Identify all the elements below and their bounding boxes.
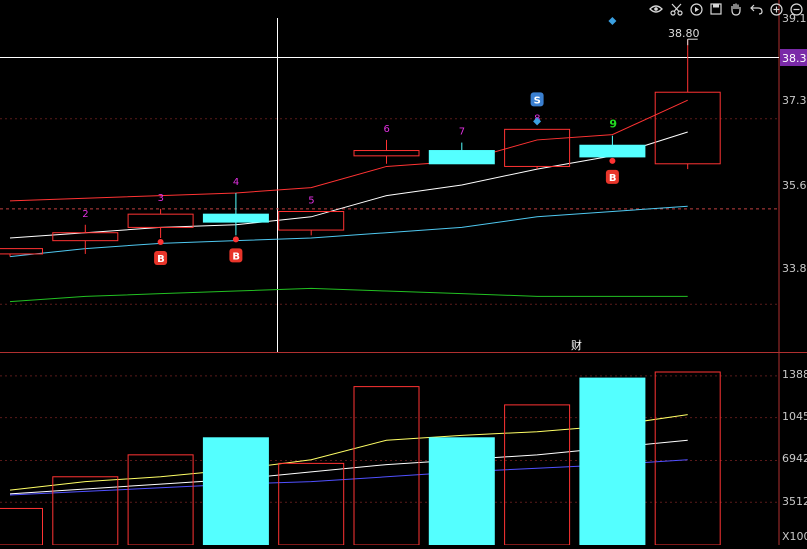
price-axis-label: 33.8 [782,262,807,275]
sequence-number-label: 9 [609,118,617,131]
volume-bar [202,437,269,546]
buy-signal-dot [609,157,616,164]
volume-bar [353,386,420,546]
high-price-annotation: 38.80 [668,27,700,40]
stock-chart-window: 39.1 37.3 35.6 33.8 1388 1045 6942 3512 … [0,0,807,546]
candle-body [428,150,495,165]
volume-axis-label: 1388 [782,368,807,381]
candle-body [654,91,721,165]
price-moving-average-line [9,205,688,258]
candle-body [0,248,43,255]
buy-signal-dot [232,236,239,243]
sequence-number-label: 3 [158,193,164,204]
buy-signal-label: B [609,173,617,184]
buy-signal-label: B [232,251,240,262]
signal-diamond [608,17,617,25]
volume-bar [127,454,194,546]
volume-bar [0,507,43,546]
candle-body [504,128,571,167]
candle-body [278,211,345,231]
eye-icon[interactable] [647,0,665,18]
candle-body [202,213,269,223]
sequence-number-label: 6 [384,124,390,135]
volume-bar [278,462,345,546]
finance-event-marker[interactable]: 财 [571,338,582,352]
undo-icon[interactable] [747,0,765,18]
candle-body [353,150,420,157]
volume-bar [654,371,721,546]
save-icon[interactable] [707,0,725,18]
zoom-out-icon[interactable] [787,0,805,18]
buy-signal-label: B [157,254,165,265]
volume-bar [428,437,495,546]
volume-bar [579,377,646,546]
sell-signal-label: S [534,95,541,106]
scissors-icon[interactable] [667,0,685,18]
zoom-in-icon[interactable] [767,0,785,18]
kline-chart[interactable]: 39.1 37.3 35.6 33.8 1388 1045 6942 3512 … [0,0,807,546]
chart-toolbar [647,0,805,18]
volume-axis-label: 6942 [782,452,807,465]
volume-bar [504,404,571,546]
play-circle-icon[interactable] [687,0,705,18]
candle-body [579,144,646,158]
price-axis-label: 35.6 [782,179,807,192]
price-moving-average-line [9,287,688,303]
sequence-number-label: 2 [82,209,88,220]
crosshair-price-label: 38.3 [782,52,807,65]
hand-icon[interactable] [727,0,745,18]
sequence-number-label: 7 [459,127,465,138]
sequence-number-label: 4 [233,177,239,188]
volume-axis-label: 1045 [782,410,807,423]
volume-unit-label: X100 [782,530,807,543]
buy-signal-dot [157,239,164,246]
sequence-number-label: 5 [308,196,314,207]
volume-axis-label: 3512 [782,495,807,508]
candle-body [127,213,194,228]
price-axis-label: 37.3 [782,94,807,107]
